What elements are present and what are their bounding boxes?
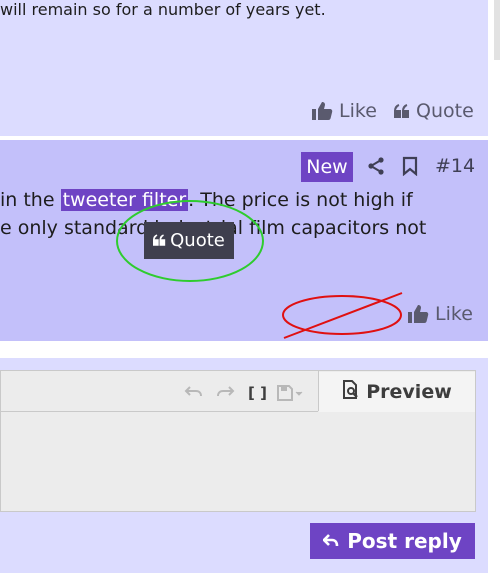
quote-button-post-previous[interactable]: Quote — [394, 100, 474, 122]
red-annotation-strike — [282, 292, 403, 339]
preview-label: Preview — [366, 381, 452, 403]
post-reply-label: Post reply — [347, 529, 462, 553]
toolbar-divider — [0, 411, 318, 412]
like-button-post-14[interactable]: Like — [407, 303, 473, 325]
new-badge: New — [301, 152, 353, 182]
share-icon[interactable] — [366, 156, 386, 180]
post-reply-button[interactable]: Post reply — [310, 523, 475, 559]
thumbs-up-icon — [311, 101, 333, 121]
toggle-bbcode-button[interactable]: [ ] — [248, 384, 267, 402]
save-draft-icon[interactable] — [277, 385, 305, 405]
like-label: Like — [435, 303, 473, 325]
quote-icon — [394, 104, 410, 118]
bookmark-icon[interactable] — [402, 156, 418, 180]
reply-arrow-icon — [322, 529, 339, 553]
like-button-post-previous[interactable]: Like — [311, 100, 377, 122]
post-14-text-before: in the — [0, 189, 61, 211]
post-previous-text: will remain so for a number of years yet… — [0, 0, 326, 19]
green-annotation-circle — [116, 200, 264, 282]
post-number[interactable]: #14 — [435, 155, 475, 177]
scrollbar-thumb[interactable] — [494, 0, 500, 60]
scrollbar[interactable] — [492, 0, 502, 573]
thumbs-up-icon — [407, 304, 429, 324]
undo-icon[interactable] — [184, 384, 204, 404]
redo-icon[interactable] — [215, 384, 235, 404]
preview-icon — [342, 379, 360, 405]
quote-label: Quote — [416, 100, 474, 122]
preview-button[interactable]: Preview — [319, 372, 475, 412]
like-label: Like — [339, 100, 377, 122]
